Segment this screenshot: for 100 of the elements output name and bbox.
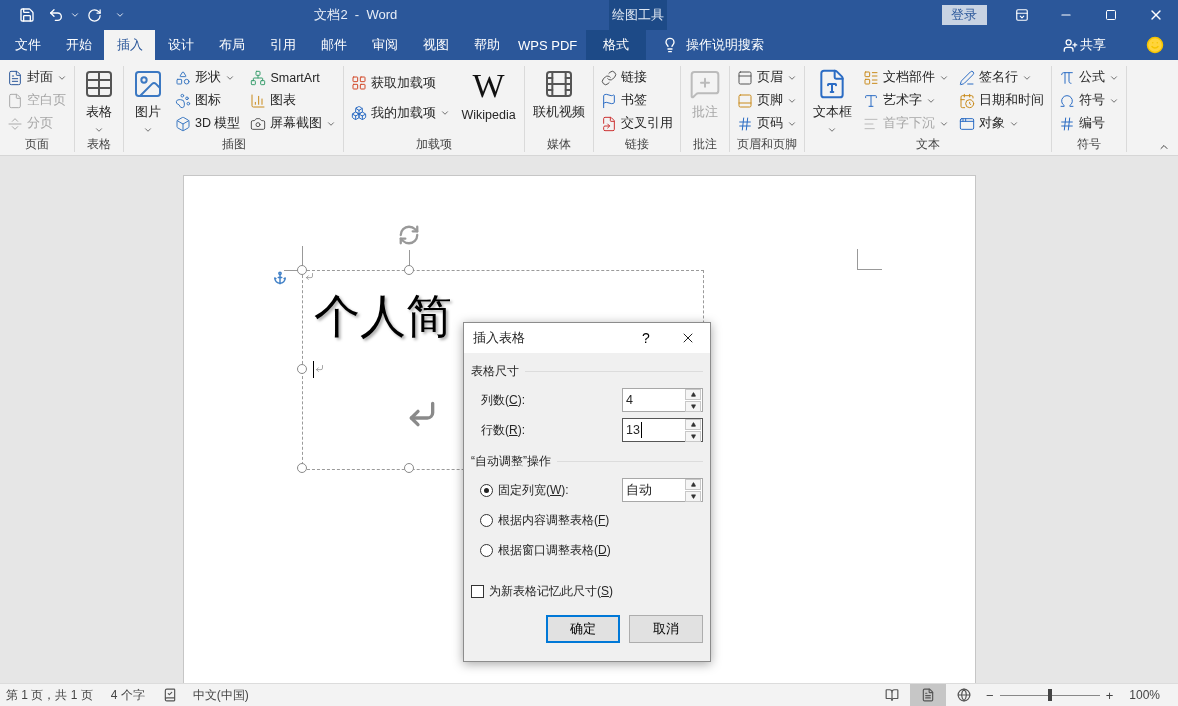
zoom-in-button[interactable]: + xyxy=(1101,687,1118,703)
ribbon-button[interactable]: 图标 xyxy=(172,89,244,112)
down-triangle-icon xyxy=(690,433,696,439)
tell-me-search[interactable]: 操作说明搜索 xyxy=(686,36,765,54)
page-footer-icon xyxy=(736,92,753,109)
ribbon-tab[interactable]: 视图 xyxy=(410,30,461,60)
ribbon-tab[interactable]: 邮件 xyxy=(308,30,359,60)
radio-button[interactable] xyxy=(480,483,493,497)
customize-icon[interactable] xyxy=(114,10,125,20)
image-icon xyxy=(132,68,164,100)
resize-handle[interactable] xyxy=(297,463,307,473)
ribbon-tab[interactable]: 帮助 xyxy=(461,30,512,60)
maximize-icon[interactable] xyxy=(1105,9,1118,21)
ribbon-button[interactable]: 日期和时间 xyxy=(955,89,1047,112)
number-field[interactable]: 自动 xyxy=(622,478,703,502)
spin-down-button[interactable] xyxy=(685,490,701,502)
spin-up-button[interactable] xyxy=(685,478,701,490)
ribbon-button[interactable]: 文档部件 xyxy=(859,66,952,89)
login-button[interactable]: 登录 xyxy=(941,5,987,25)
ribbon-tab[interactable]: 开始 xyxy=(53,30,104,60)
resize-handle[interactable] xyxy=(297,364,307,374)
undo-icon[interactable] xyxy=(47,7,64,23)
ribbon-button[interactable]: 图片 xyxy=(128,66,168,135)
window-title: 文档2 - Word xyxy=(314,6,399,24)
ribbon-tab[interactable]: 格式 xyxy=(586,30,647,60)
proofing-icon[interactable] xyxy=(162,688,177,702)
ribbon-tab[interactable]: 插入 xyxy=(104,30,155,60)
ribbon-tab[interactable]: 设计 xyxy=(155,30,206,60)
zoom-slider-thumb[interactable] xyxy=(1047,689,1052,701)
checkbox[interactable] xyxy=(471,584,484,598)
ribbon-button[interactable]: 获取加载项 xyxy=(348,71,454,95)
smiley-icon[interactable] xyxy=(1146,36,1164,54)
flag-icon xyxy=(600,92,617,109)
number-field[interactable]: 13 xyxy=(622,418,703,442)
ribbon-button[interactable]: W Wikipedia xyxy=(457,66,520,122)
window-icon xyxy=(958,115,975,132)
number-field[interactable]: 4 xyxy=(622,388,703,412)
share-button[interactable]: 共享 xyxy=(1063,30,1106,60)
ribbon-button[interactable]: 签名行 xyxy=(955,66,1047,89)
redo-icon[interactable] xyxy=(87,7,103,23)
ribbon-button[interactable]: 形状 xyxy=(172,66,244,89)
group-label: 加载项 xyxy=(415,136,454,152)
up-triangle-icon xyxy=(690,421,696,427)
ribbon-tab[interactable]: WPS PDF xyxy=(512,30,584,60)
ribbon-button[interactable]: 图表 xyxy=(247,89,340,112)
ribbon-button[interactable]: SmartArt xyxy=(247,66,340,89)
view-button[interactable] xyxy=(910,684,947,706)
ribbon-button[interactable]: 页码 xyxy=(733,112,800,135)
radio-button[interactable] xyxy=(480,543,493,557)
ribbon-display-icon[interactable] xyxy=(1014,8,1029,22)
resize-handle[interactable] xyxy=(404,265,414,275)
zoom-level: 100% xyxy=(1129,688,1160,702)
ribbon-button[interactable]: 表格 xyxy=(79,66,119,135)
help-button[interactable]: ? xyxy=(626,330,666,346)
ribbon-button[interactable]: 屏幕截图 xyxy=(247,112,340,135)
ribbon-button[interactable]: 符号 xyxy=(1055,89,1122,112)
field-label: 列数(C): xyxy=(481,391,526,409)
dialog-button[interactable]: 取消 xyxy=(629,615,703,643)
pen-icon xyxy=(958,69,975,86)
ribbon-tab[interactable]: 文件 xyxy=(2,30,53,60)
ribbon-tab[interactable]: 布局 xyxy=(206,30,257,60)
resize-handle[interactable] xyxy=(404,463,414,473)
paw-icon xyxy=(175,92,191,109)
spin-down-button[interactable] xyxy=(685,400,701,412)
group-label: 符号 xyxy=(1075,136,1102,152)
ribbon-tab[interactable]: 审阅 xyxy=(359,30,410,60)
zoom-out-button[interactable]: − xyxy=(982,687,998,703)
ribbon-button[interactable]: 联机视频 xyxy=(528,66,589,121)
ribbon-button[interactable]: 页脚 xyxy=(733,89,800,112)
ribbon-button[interactable]: 文本框 xyxy=(808,66,856,135)
spin-up-button[interactable] xyxy=(685,418,701,430)
calendar-icon xyxy=(958,92,975,109)
cube-icon xyxy=(175,115,191,132)
spin-down-button[interactable] xyxy=(685,430,701,442)
down-triangle-icon xyxy=(690,493,696,499)
ribbon-button[interactable]: 链接 xyxy=(597,66,676,89)
camera-icon xyxy=(250,115,267,132)
boxes-icon xyxy=(351,105,368,121)
dialog-button[interactable]: 确定 xyxy=(546,615,620,643)
ribbon-button[interactable]: 封面 xyxy=(4,66,70,89)
page-count: 第 1 页，共 1 页 xyxy=(6,686,93,704)
caret-icon[interactable] xyxy=(70,10,81,20)
ribbon-button[interactable]: 编号 xyxy=(1055,112,1122,135)
resize-handle[interactable] xyxy=(297,265,307,275)
ribbon-button[interactable]: 公式 xyxy=(1055,66,1122,89)
blank-page-icon xyxy=(7,92,23,109)
ribbon-button[interactable]: 对象 xyxy=(955,112,1047,135)
page-header-icon xyxy=(736,69,753,86)
spin-up-button[interactable] xyxy=(685,388,701,400)
rotate-handle-icon[interactable] xyxy=(398,224,420,246)
ribbon-tab[interactable]: 引用 xyxy=(257,30,308,60)
ribbon-button[interactable]: 交叉引用 xyxy=(597,112,676,135)
ribbon-button[interactable]: 我的加载项 xyxy=(348,101,454,125)
save-icon[interactable] xyxy=(18,7,35,23)
ribbon-button[interactable]: 艺术字 xyxy=(859,89,952,112)
ribbon-button[interactable]: 书签 xyxy=(597,89,676,112)
anchor-icon xyxy=(273,271,287,285)
ribbon-button[interactable]: 页眉 xyxy=(733,66,800,89)
ribbon-button[interactable]: 3D 模型 xyxy=(172,112,244,135)
radio-button[interactable] xyxy=(480,513,493,527)
